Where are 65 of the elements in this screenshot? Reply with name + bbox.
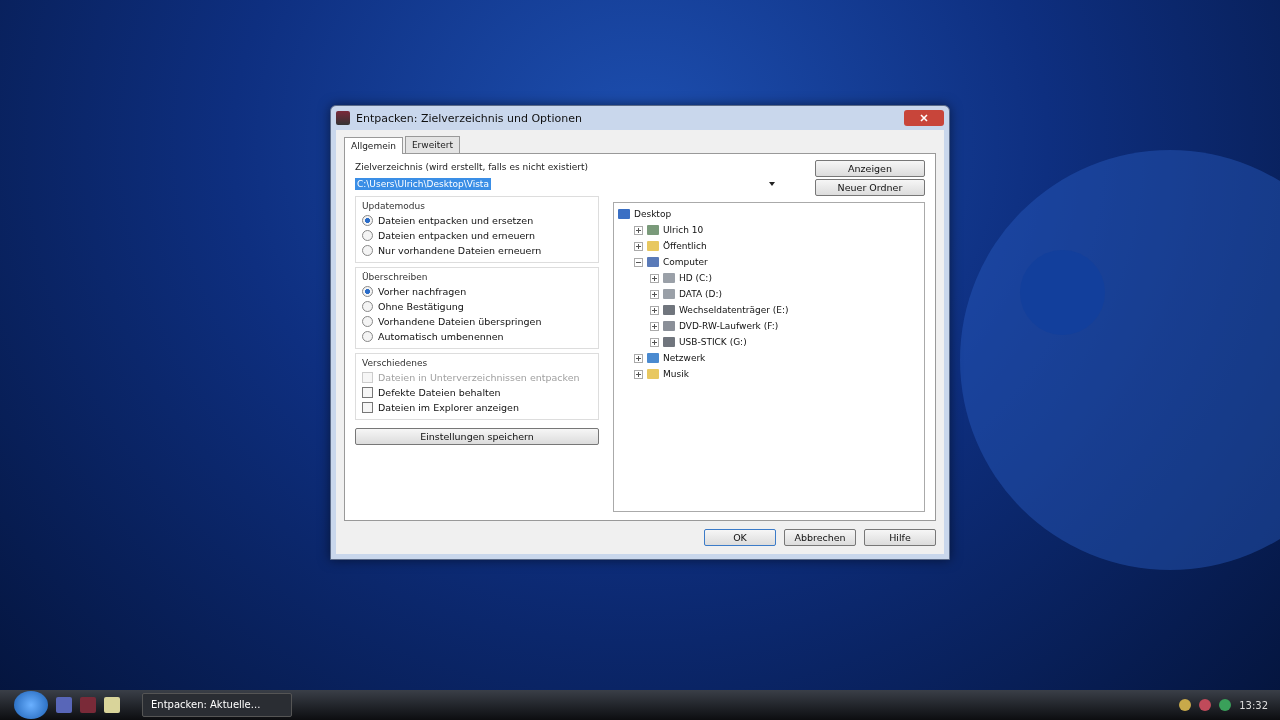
save-settings-button[interactable]: Einstellungen speichern [355,428,599,445]
tray-icon[interactable] [1199,699,1212,711]
expand-icon[interactable] [650,289,659,299]
option-label: Ohne Bestätigung [378,301,464,312]
tree-item[interactable]: HD (C:) [679,273,712,283]
folder-icon [647,241,659,251]
taskbar-button[interactable]: Entpacken: Aktuelle... [142,693,292,717]
option-label: Nur vorhandene Dateien erneuern [378,245,542,256]
checkbox[interactable] [362,387,373,398]
dialog-button[interactable]: Hilfe [864,529,936,546]
window-title: Entpacken: Zielverzeichnis und Optionen [356,111,583,125]
tree-item[interactable]: Öffentlich [663,241,707,251]
expand-icon[interactable] [650,337,659,347]
option-label: Automatisch umbenennen [378,331,504,342]
group-title: Überschreiben [362,272,429,282]
radio-button[interactable] [362,286,373,297]
dialog-button[interactable]: Abbrechen [784,529,856,546]
archive-icon [336,111,350,125]
checkbox[interactable] [362,402,373,413]
expand-icon[interactable] [650,321,659,331]
tree-item[interactable]: Wechseldatenträger (E:) [679,305,789,315]
tab[interactable]: Allgemein [344,137,403,154]
folder-icon [647,369,659,379]
expand-icon[interactable] [650,273,659,283]
close-button[interactable] [904,110,944,126]
tree-item[interactable]: Netzwerk [663,353,706,363]
dialog-button[interactable]: OK [704,529,776,546]
tree-item[interactable]: Computer [663,257,708,267]
option-label: Dateien entpacken und ersetzen [378,215,534,226]
tree-item[interactable]: Musik [663,369,689,379]
expand-icon[interactable] [634,225,643,235]
option-label: Dateien entpacken und erneuern [378,230,536,241]
radio-button[interactable] [362,245,373,256]
group-title: Verschiedenes [362,358,429,368]
tray-icon[interactable] [1179,699,1192,711]
tab[interactable]: Erweitert [404,136,460,153]
radio-button[interactable] [362,215,373,226]
tree-item[interactable]: Desktop [634,209,672,219]
group-title: Updatemodus [362,201,426,211]
radio-button[interactable] [362,230,373,241]
radio-button[interactable] [362,316,373,327]
tree-item[interactable]: Ulrich 10 [663,225,704,235]
option-label: Dateien in Unterverzeichnissen entpacken [378,372,580,383]
side-button[interactable]: Neuer Ordner [815,179,925,196]
option-label: Vorhandene Dateien überspringen [378,316,542,327]
option-label: Dateien im Explorer anzeigen [378,402,519,413]
tree-item[interactable]: USB-STICK (G:) [679,337,747,347]
clock: 13:32 [1239,699,1268,711]
radio-button[interactable] [362,331,373,342]
option-label: Defekte Dateien behalten [378,387,501,398]
close-icon [920,114,928,122]
expand-icon[interactable] [634,353,643,363]
tree-item[interactable]: DVD-RW-Laufwerk (F:) [679,321,779,331]
dropdown-arrow-icon [769,182,775,186]
expand-icon[interactable] [634,241,643,251]
expand-icon[interactable] [650,305,659,315]
collapse-icon[interactable] [634,257,643,267]
radio-button[interactable] [362,301,373,312]
field-label: Zielverzeichnis (wird erstellt, falls es nicht existiert) [355,162,589,172]
option-label: Vorher nachfragen [378,286,467,297]
start-button[interactable] [14,691,48,719]
expand-icon[interactable] [634,369,643,379]
side-button[interactable]: Anzeigen [815,160,925,177]
tree-item[interactable]: DATA (D:) [679,289,723,299]
tray-icon[interactable] [1219,699,1232,711]
